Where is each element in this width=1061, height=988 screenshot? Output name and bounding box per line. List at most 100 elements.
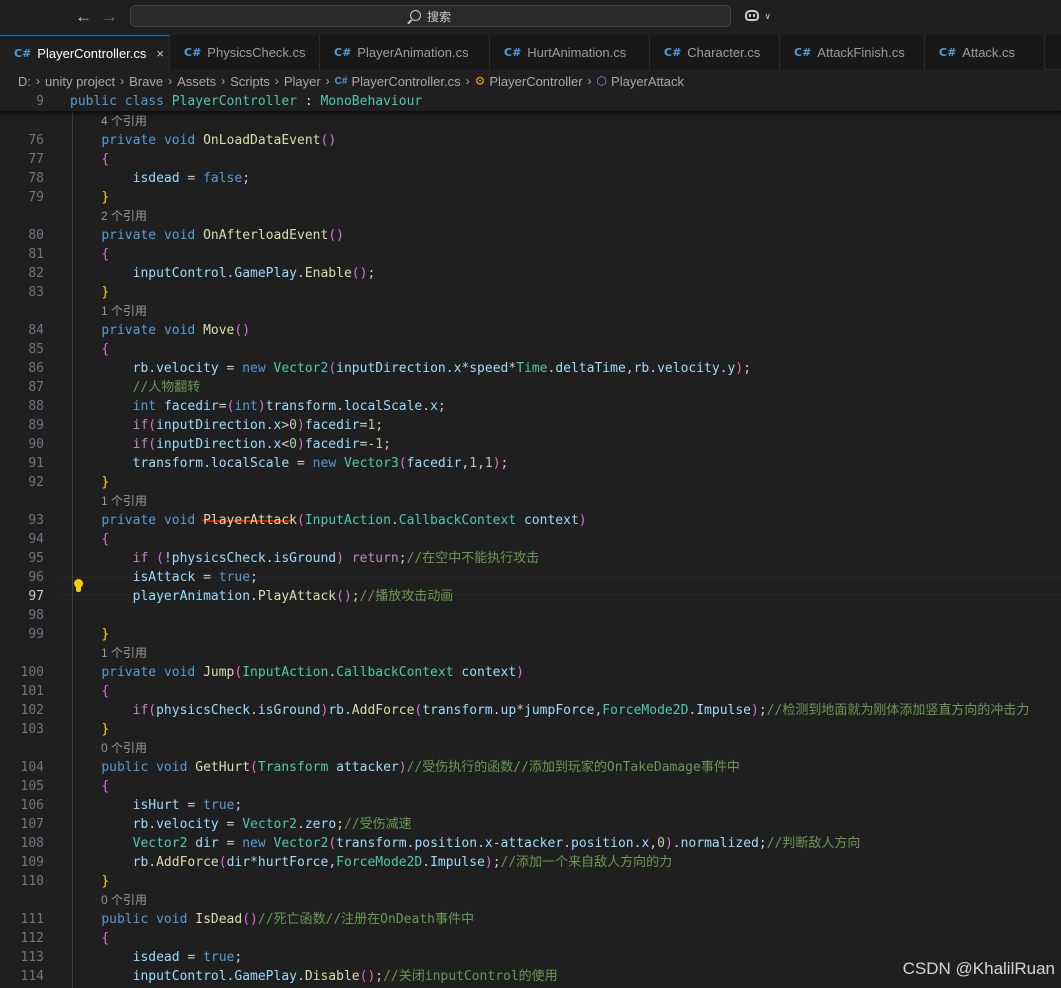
tab-attackfinish[interactable]: C# AttackFinish.cs bbox=[780, 35, 925, 70]
breadcrumb-item[interactable]: unity project bbox=[45, 74, 115, 89]
line-number: 106 bbox=[20, 798, 44, 813]
code-line-row[interactable]: 77 { bbox=[0, 150, 1061, 169]
chevron-right-icon: › bbox=[221, 74, 226, 88]
codelens-label[interactable]: 1 个引用 bbox=[101, 644, 147, 663]
codelens-references[interactable]: 0 个引用 bbox=[0, 739, 1061, 758]
code-line: { bbox=[101, 684, 110, 699]
code-line-row[interactable]: 106 isHurt = true; bbox=[0, 796, 1061, 815]
code-line-row[interactable]: 81 { bbox=[0, 245, 1061, 264]
line-number: 81 bbox=[28, 247, 44, 262]
codelens-references[interactable]: 0 个引用 bbox=[0, 891, 1061, 910]
code-line-row[interactable]: 83 } bbox=[0, 283, 1061, 302]
line-number: 102 bbox=[20, 703, 44, 718]
tab-label: AttackFinish.cs bbox=[817, 45, 905, 60]
code-line-row[interactable]: 111 public void IsDead()//死亡函数//注册在OnDea… bbox=[0, 910, 1061, 929]
code-line-row[interactable]: 103 } bbox=[0, 720, 1061, 739]
breadcrumb-item[interactable]: D: bbox=[18, 74, 31, 89]
code-line-row[interactable]: 112 { bbox=[0, 929, 1061, 948]
code-line-row[interactable]: 97 playerAnimation.PlayAttack();//播放攻击动画 bbox=[0, 587, 1061, 606]
line-number: 94 bbox=[28, 532, 44, 547]
codelens-references[interactable]: 2 个引用 bbox=[0, 207, 1061, 226]
command-center-search[interactable]: 搜索 bbox=[130, 5, 731, 27]
code-line-row[interactable]: 108 Vector2 dir = new Vector2(transform.… bbox=[0, 834, 1061, 853]
code-line-row[interactable]: 104 public void GetHurt(Transform attack… bbox=[0, 758, 1061, 777]
code-line-row[interactable]: 95 if (!physicsCheck.isGround) return;//… bbox=[0, 549, 1061, 568]
code-line: int facedir=(int)transform.localScale.x; bbox=[132, 399, 446, 414]
code-line-row[interactable]: 110 } bbox=[0, 872, 1061, 891]
breadcrumb-item[interactable]: PlayerController bbox=[489, 74, 582, 89]
code-editor[interactable]: 9 public class PlayerController : MonoBe… bbox=[0, 92, 1061, 988]
line-number: 109 bbox=[20, 855, 44, 870]
line-number: 107 bbox=[20, 817, 44, 832]
code-line-row[interactable]: 84 private void Move() bbox=[0, 321, 1061, 340]
code-line-row[interactable]: 94 { bbox=[0, 530, 1061, 549]
code-line-row[interactable]: 85 { bbox=[0, 340, 1061, 359]
codelens-label[interactable]: 0 个引用 bbox=[101, 891, 147, 910]
code-line-row[interactable]: 91 transform.localScale = new Vector3(fa… bbox=[0, 454, 1061, 473]
code-line: { bbox=[101, 247, 110, 262]
code-line: { bbox=[101, 152, 110, 167]
code-line-row[interactable]: 88 int facedir=(int)transform.localScale… bbox=[0, 397, 1061, 416]
codelens-references[interactable]: 1 个引用 bbox=[0, 492, 1061, 511]
tab-playeranimation[interactable]: C# PlayerAnimation.cs bbox=[320, 35, 490, 70]
line-number: 110 bbox=[20, 874, 44, 889]
breadcrumb-item[interactable]: PlayerController.cs bbox=[351, 74, 460, 89]
codelens-label[interactable]: 1 个引用 bbox=[101, 492, 147, 511]
tab-physicscheck[interactable]: C# PhysicsCheck.cs bbox=[170, 35, 320, 70]
line-number: 76 bbox=[28, 133, 44, 148]
sticky-scroll-header[interactable]: 9 public class PlayerController : MonoBe… bbox=[0, 92, 1061, 111]
line-number: 97 bbox=[28, 589, 44, 604]
codelens-label[interactable]: 0 个引用 bbox=[101, 739, 147, 758]
codelens-label[interactable]: 2 个引用 bbox=[101, 207, 147, 226]
code-line-row[interactable]: 102 if(physicsCheck.isGround)rb.AddForce… bbox=[0, 701, 1061, 720]
arrow-left-icon[interactable]: ← bbox=[75, 6, 92, 28]
breadcrumb-item[interactable]: Player bbox=[284, 74, 321, 89]
codelens-references[interactable]: 1 个引用 bbox=[0, 302, 1061, 321]
code-line-row[interactable]: 109 rb.AddForce(dir*hurtForce,ForceMode2… bbox=[0, 853, 1061, 872]
line-number: 114 bbox=[20, 969, 44, 984]
code-line-row[interactable]: 82 inputControl.GamePlay.Enable(); bbox=[0, 264, 1061, 283]
code-line-row[interactable]: 76 private void OnLoadDataEvent() bbox=[0, 131, 1061, 150]
codelens-references[interactable]: 4 个引用 bbox=[0, 112, 1061, 131]
copilot-button[interactable]: ∨ bbox=[745, 8, 775, 26]
code-line-row[interactable]: 100 private void Jump(InputAction.Callba… bbox=[0, 663, 1061, 682]
breadcrumb-item[interactable]: Scripts bbox=[230, 74, 270, 89]
chevron-right-icon: › bbox=[465, 74, 470, 88]
code-line-row[interactable]: 89 if(inputDirection.x>0)facedir=1; bbox=[0, 416, 1061, 435]
code-line-row[interactable]: 86 rb.velocity = new Vector2(inputDirect… bbox=[0, 359, 1061, 378]
code-line: { bbox=[101, 532, 110, 547]
breadcrumb-item[interactable]: Assets bbox=[177, 74, 216, 89]
code-line-row[interactable]: 78 isdead = false; bbox=[0, 169, 1061, 188]
line-number: 105 bbox=[20, 779, 44, 794]
codelens-references[interactable]: 1 个引用 bbox=[0, 644, 1061, 663]
code-line-row[interactable]: 105 { bbox=[0, 777, 1061, 796]
breadcrumb-item[interactable]: PlayerAttack bbox=[611, 74, 684, 89]
code-line: if (!physicsCheck.isGround) return;//在空中… bbox=[132, 551, 540, 566]
tab-hurtanimation[interactable]: C# HurtAnimation.cs bbox=[490, 35, 650, 70]
tab-playercontroller[interactable]: C# PlayerController.cs × bbox=[0, 35, 170, 70]
code-line-row[interactable]: 98 bbox=[0, 606, 1061, 625]
code-line-row[interactable]: 90 if(inputDirection.x<0)facedir=-1; bbox=[0, 435, 1061, 454]
codelens-label[interactable]: 4 个引用 bbox=[101, 112, 147, 131]
line-number: 100 bbox=[20, 665, 44, 680]
code-line-row[interactable]: 107 rb.velocity = Vector2.zero;//受伤减速 bbox=[0, 815, 1061, 834]
line-number: 99 bbox=[28, 627, 44, 642]
tab-attack[interactable]: C# Attack.cs bbox=[925, 35, 1045, 70]
breadcrumb-item[interactable]: Brave bbox=[129, 74, 163, 89]
code-line-row[interactable]: 93 private void PlayerAttack(InputAction… bbox=[0, 511, 1061, 530]
code-line: public void IsDead()//死亡函数//注册在OnDeath事件… bbox=[101, 912, 474, 927]
code-line-row[interactable]: 79 } bbox=[0, 188, 1061, 207]
code-line: isHurt = true; bbox=[132, 798, 243, 813]
arrow-right-icon[interactable]: → bbox=[101, 6, 118, 28]
line-number: 9 bbox=[36, 94, 44, 109]
code-line-row[interactable]: 92 } bbox=[0, 473, 1061, 492]
code-line-row[interactable]: 80 private void OnAfterloadEvent() bbox=[0, 226, 1061, 245]
code-line-row[interactable]: 96 isAttack = true; bbox=[0, 568, 1061, 587]
line-number: 112 bbox=[20, 931, 44, 946]
tab-character[interactable]: C# Character.cs bbox=[650, 35, 780, 70]
code-line-row[interactable]: 99 } bbox=[0, 625, 1061, 644]
close-icon[interactable]: × bbox=[156, 46, 164, 61]
code-line-row[interactable]: 87 //人物翻转 bbox=[0, 378, 1061, 397]
code-line-row[interactable]: 101 { bbox=[0, 682, 1061, 701]
codelens-label[interactable]: 1 个引用 bbox=[101, 302, 147, 321]
